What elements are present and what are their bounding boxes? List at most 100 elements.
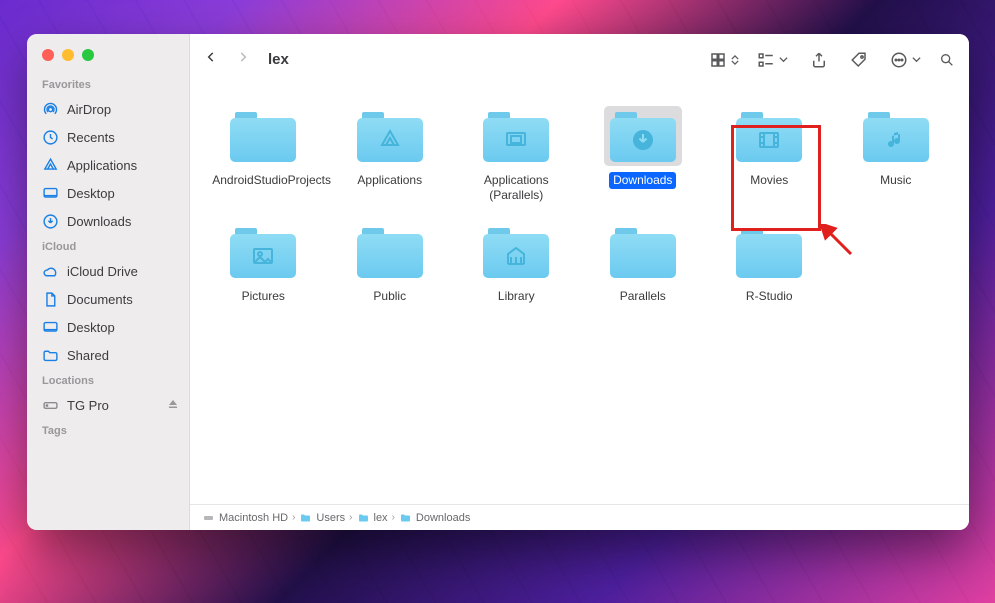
sidebar-item-label: Downloads <box>67 214 131 229</box>
current-folder-title: lex <box>268 51 289 68</box>
breadcrumb-separator: › <box>392 512 395 523</box>
updown-icon <box>731 55 739 65</box>
annotation-arrow <box>821 224 853 256</box>
back-button[interactable] <box>204 48 218 71</box>
folder-item[interactable]: Applications (Parallels) <box>457 106 576 204</box>
main-pane: lex <box>190 34 969 530</box>
sidebar-item-label: TG Pro <box>67 398 109 413</box>
folder-icon <box>230 110 296 162</box>
desktop-icon <box>42 185 59 202</box>
sidebar-item-label: Desktop <box>67 320 115 335</box>
sidebar-item-label: Documents <box>67 292 133 307</box>
breadcrumb-item[interactable]: Users <box>299 512 345 524</box>
folder-icon <box>736 110 802 162</box>
window-traffic-lights <box>27 49 189 73</box>
sidebar-item-downloads[interactable]: Downloads <box>27 207 189 235</box>
breadcrumb-item[interactable]: Macintosh HD <box>202 512 288 524</box>
sidebar-item-documents[interactable]: Documents <box>27 285 189 313</box>
sidebar-item-label: AirDrop <box>67 102 111 117</box>
finder-window: Favorites AirDrop Recents Applications D… <box>27 34 969 530</box>
folder-item[interactable]: R-Studio <box>710 222 829 305</box>
zoom-window-button[interactable] <box>82 49 94 61</box>
sidebar-item-desktop[interactable]: Desktop <box>27 179 189 207</box>
breadcrumb-separator: › <box>349 512 352 523</box>
folder-item[interactable]: Parallels <box>584 222 703 305</box>
search-button[interactable] <box>939 48 955 72</box>
eject-icon[interactable] <box>167 398 179 413</box>
tags-button[interactable] <box>850 48 868 72</box>
folder-item[interactable]: Music <box>837 106 956 204</box>
sidebar-item-tgpro[interactable]: TG Pro <box>27 391 189 419</box>
folder-label: Downloads <box>609 172 676 189</box>
folder-icon <box>736 226 802 278</box>
sidebar-item-recents[interactable]: Recents <box>27 123 189 151</box>
airdrop-icon <box>42 101 59 118</box>
breadcrumb-label: lex <box>374 512 388 524</box>
folder-icon <box>610 226 676 278</box>
disk-icon <box>42 397 59 414</box>
folder-item[interactable]: Downloads <box>584 106 703 204</box>
sidebar: Favorites AirDrop Recents Applications D… <box>27 34 190 530</box>
breadcrumb-separator: › <box>292 512 295 523</box>
apps-icon <box>42 157 59 174</box>
folder-label: Applications <box>353 172 426 189</box>
path-bar: Macintosh HD › Users › lex › Downloads <box>190 504 969 530</box>
folder-item[interactable]: Library <box>457 222 576 305</box>
folder-item[interactable]: Applications <box>331 106 450 204</box>
folder-content: AndroidStudioProjects Applications Appli… <box>190 86 969 504</box>
breadcrumb-item[interactable]: Downloads <box>399 512 470 524</box>
sidebar-item-label: Desktop <box>67 186 115 201</box>
clock-icon <box>42 129 59 146</box>
sidebar-item-airdrop[interactable]: AirDrop <box>27 95 189 123</box>
close-window-button[interactable] <box>42 49 54 61</box>
sidebar-section-locations: Locations <box>27 369 189 391</box>
folder-label: Applications (Parallels) <box>461 172 571 204</box>
breadcrumb-label: Macintosh HD <box>219 512 288 524</box>
folder-label: Pictures <box>238 288 289 305</box>
folder-icon <box>483 110 549 162</box>
folder-label: Library <box>494 288 539 305</box>
chevron-down-icon <box>912 55 921 64</box>
sidebar-item-label: Applications <box>67 158 137 173</box>
toolbar: lex <box>190 34 969 86</box>
shared-folder-icon <box>42 347 59 364</box>
folder-item[interactable]: Movies <box>710 106 829 204</box>
sidebar-item-icloud-drive[interactable]: iCloud Drive <box>27 257 189 285</box>
sidebar-item-label: iCloud Drive <box>67 264 138 279</box>
sidebar-item-label: Shared <box>67 348 109 363</box>
chevron-down-icon <box>779 55 788 64</box>
folder-label: Public <box>369 288 410 305</box>
forward-button[interactable] <box>236 48 250 71</box>
folder-label: Parallels <box>616 288 670 305</box>
folder-icon <box>230 226 296 278</box>
folder-icon <box>483 226 549 278</box>
breadcrumb-label: Downloads <box>416 512 470 524</box>
breadcrumb-item[interactable]: lex <box>357 512 388 524</box>
action-menu-button[interactable] <box>890 48 921 72</box>
folder-icon <box>357 226 423 278</box>
sidebar-section-icloud: iCloud <box>27 235 189 257</box>
folder-item[interactable]: AndroidStudioProjects <box>204 106 323 204</box>
document-icon <box>42 291 59 308</box>
minimize-window-button[interactable] <box>62 49 74 61</box>
folder-label: Music <box>876 172 915 189</box>
sidebar-section-tags: Tags <box>27 419 189 441</box>
folder-icon <box>357 110 423 162</box>
sidebar-item-applications[interactable]: Applications <box>27 151 189 179</box>
group-by-button[interactable] <box>757 48 788 72</box>
desktop-icon <box>42 319 59 336</box>
sidebar-item-desktop-icloud[interactable]: Desktop <box>27 313 189 341</box>
folder-icon <box>863 110 929 162</box>
download-icon <box>42 213 59 230</box>
folder-label: AndroidStudioProjects <box>208 172 318 189</box>
breadcrumb-label: Users <box>316 512 345 524</box>
folder-item[interactable]: Pictures <box>204 222 323 305</box>
view-icon-mode-button[interactable] <box>709 48 739 72</box>
share-button[interactable] <box>810 48 828 72</box>
sidebar-item-label: Recents <box>67 130 115 145</box>
folder-icon <box>610 110 676 162</box>
folder-label: Movies <box>746 172 792 189</box>
cloud-icon <box>42 263 59 280</box>
sidebar-item-shared[interactable]: Shared <box>27 341 189 369</box>
folder-item[interactable]: Public <box>331 222 450 305</box>
